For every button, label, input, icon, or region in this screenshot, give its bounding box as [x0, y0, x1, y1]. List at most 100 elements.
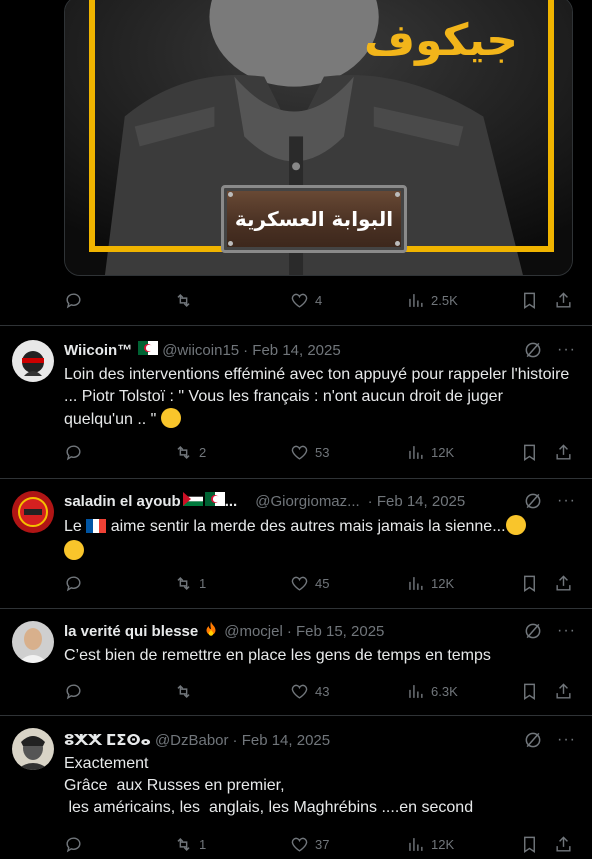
tweet-header: saladin el ayoub ... @Giorgiomaz... · Fe… — [64, 491, 580, 511]
more-icon[interactable]: ··· — [557, 341, 576, 359]
algeria-flag-icon — [204, 492, 225, 510]
like-button[interactable]: 45 — [290, 574, 329, 593]
retweet-icon — [177, 576, 190, 590]
retweet-button[interactable]: 2 — [174, 443, 206, 462]
avatar[interactable] — [12, 621, 54, 663]
avatar[interactable] — [12, 340, 54, 382]
tweet-reply[interactable]: saladin el ayoub ... @Giorgiomaz... · Fe… — [0, 479, 592, 609]
bookmark-icon — [524, 836, 535, 853]
heart-icon — [291, 293, 308, 308]
share-icon — [556, 574, 571, 591]
share-icon — [556, 835, 571, 852]
grok-icon[interactable] — [523, 340, 543, 360]
grok-icon[interactable] — [523, 730, 543, 750]
algeria-flag-icon — [138, 341, 159, 359]
reply-button[interactable] — [64, 574, 83, 593]
retweet-button[interactable] — [174, 291, 193, 310]
timestamp[interactable]: · Feb 14, 2025 — [233, 732, 331, 749]
reply-icon — [66, 444, 81, 460]
tweet-reply[interactable]: Wiicoin™ @wiicoin15 · Feb 14, 2025 ··· L… — [0, 326, 592, 478]
like-count: 43 — [315, 683, 330, 699]
reply-button[interactable] — [64, 291, 83, 310]
more-icon[interactable]: ··· — [557, 492, 576, 510]
like-count: 53 — [315, 444, 330, 460]
avatar[interactable] — [12, 491, 54, 533]
share-button[interactable] — [554, 574, 573, 593]
retweet-count: 1 — [199, 575, 207, 591]
share-button[interactable] — [554, 291, 573, 310]
heart-icon — [291, 445, 308, 460]
tweet-header: Wiicoin™ @wiicoin15 · Feb 14, 2025 ··· — [64, 340, 580, 360]
like-button[interactable]: 37 — [290, 835, 329, 854]
handle[interactable]: @Giorgiomaz... — [255, 493, 359, 510]
retweet-icon — [177, 837, 190, 851]
tweet-text: Exactement Grâce aux Russes en premier, … — [64, 755, 474, 816]
bookmark-button[interactable] — [520, 835, 539, 854]
timestamp[interactable]: · Feb 14, 2025 — [243, 342, 341, 359]
timestamp[interactable]: · Feb 15, 2025 — [287, 623, 385, 640]
share-icon — [556, 682, 571, 699]
views-icon — [409, 576, 423, 590]
heart-icon — [291, 837, 308, 852]
display-name[interactable]: Wiicoin™ — [64, 342, 132, 359]
tweet-reply[interactable]: ⵓⵅⵅ ⵎⵉⵙⴰ @DzBabor · Feb 14, 2025 ··· Exa… — [0, 716, 592, 859]
display-name[interactable]: saladin el ayoub — [64, 493, 181, 510]
tweet-reply[interactable]: la verité qui blesse @mocjel · Feb 15, 2… — [0, 609, 592, 715]
like-button[interactable]: 43 — [290, 682, 329, 701]
retweet-button[interactable]: 1 — [174, 574, 206, 593]
share-button[interactable] — [554, 835, 573, 854]
like-button[interactable]: 4 — [290, 291, 322, 310]
tweet-text: C’est bien de remettre en place les gens… — [64, 647, 491, 664]
share-icon — [556, 291, 571, 308]
views-button[interactable]: 2.5K — [406, 291, 458, 310]
views-button[interactable]: 6.3K — [406, 682, 458, 701]
reply-button[interactable] — [64, 682, 83, 701]
bookmark-button[interactable] — [520, 682, 539, 701]
retweet-icon — [177, 293, 190, 307]
retweet-icon — [177, 445, 190, 459]
handle[interactable]: @wiicoin15 — [162, 342, 239, 359]
like-button[interactable]: 53 — [290, 443, 329, 462]
tweet-actions: 43 6.3K — [64, 679, 574, 703]
like-count: 45 — [315, 575, 330, 591]
grok-icon[interactable] — [523, 621, 543, 641]
more-icon[interactable]: ··· — [557, 731, 576, 749]
views-icon — [409, 293, 423, 307]
bookmark-button[interactable] — [520, 443, 539, 462]
handle[interactable]: @DzBabor — [155, 732, 229, 749]
retweet-button[interactable]: 1 — [174, 835, 206, 854]
views-button[interactable]: 12K — [406, 443, 454, 462]
more-icon[interactable]: ··· — [557, 622, 576, 640]
display-name[interactable]: la verité qui blesse — [64, 623, 198, 640]
handle[interactable]: @mocjel — [224, 623, 283, 640]
views-count: 12K — [431, 575, 455, 591]
reply-icon — [66, 836, 81, 852]
grok-icon[interactable] — [523, 491, 543, 511]
bookmark-icon — [524, 292, 535, 309]
grinning-emoji-icon — [505, 515, 526, 535]
share-button[interactable] — [554, 682, 573, 701]
reply-button[interactable] — [64, 835, 83, 854]
timestamp[interactable]: · Feb 14, 2025 — [368, 493, 466, 510]
bookmark-icon — [524, 683, 535, 700]
views-icon — [409, 837, 423, 851]
fire-icon — [202, 620, 220, 642]
brand-plaque: البوابة العسكرية — [221, 185, 407, 253]
plaque-text: البوابة العسكرية — [234, 207, 394, 231]
views-button[interactable]: 12K — [406, 835, 454, 854]
bookmark-button[interactable] — [520, 291, 539, 310]
retweet-count: 1 — [199, 836, 207, 852]
heart-icon — [291, 684, 308, 699]
share-button[interactable] — [554, 443, 573, 462]
views-button[interactable]: 12K — [406, 574, 454, 593]
tweet-text: Le aime sentir la merde des autres mais … — [64, 515, 576, 563]
bookmark-button[interactable] — [520, 574, 539, 593]
tweet-media-image[interactable]: جيكوف البوابة العسكرية — [64, 0, 573, 276]
display-name[interactable]: ⵓⵅⵅ ⵎⵉⵙⴰ — [64, 731, 151, 749]
retweet-button[interactable] — [174, 682, 199, 701]
top-post-actions: 4 2.5K — [64, 288, 574, 312]
tweet-text: Loin des interventions efféminé avec ton… — [64, 366, 574, 428]
image-title: جيكوف — [364, 15, 518, 66]
avatar[interactable] — [12, 728, 54, 770]
reply-button[interactable] — [64, 443, 83, 462]
